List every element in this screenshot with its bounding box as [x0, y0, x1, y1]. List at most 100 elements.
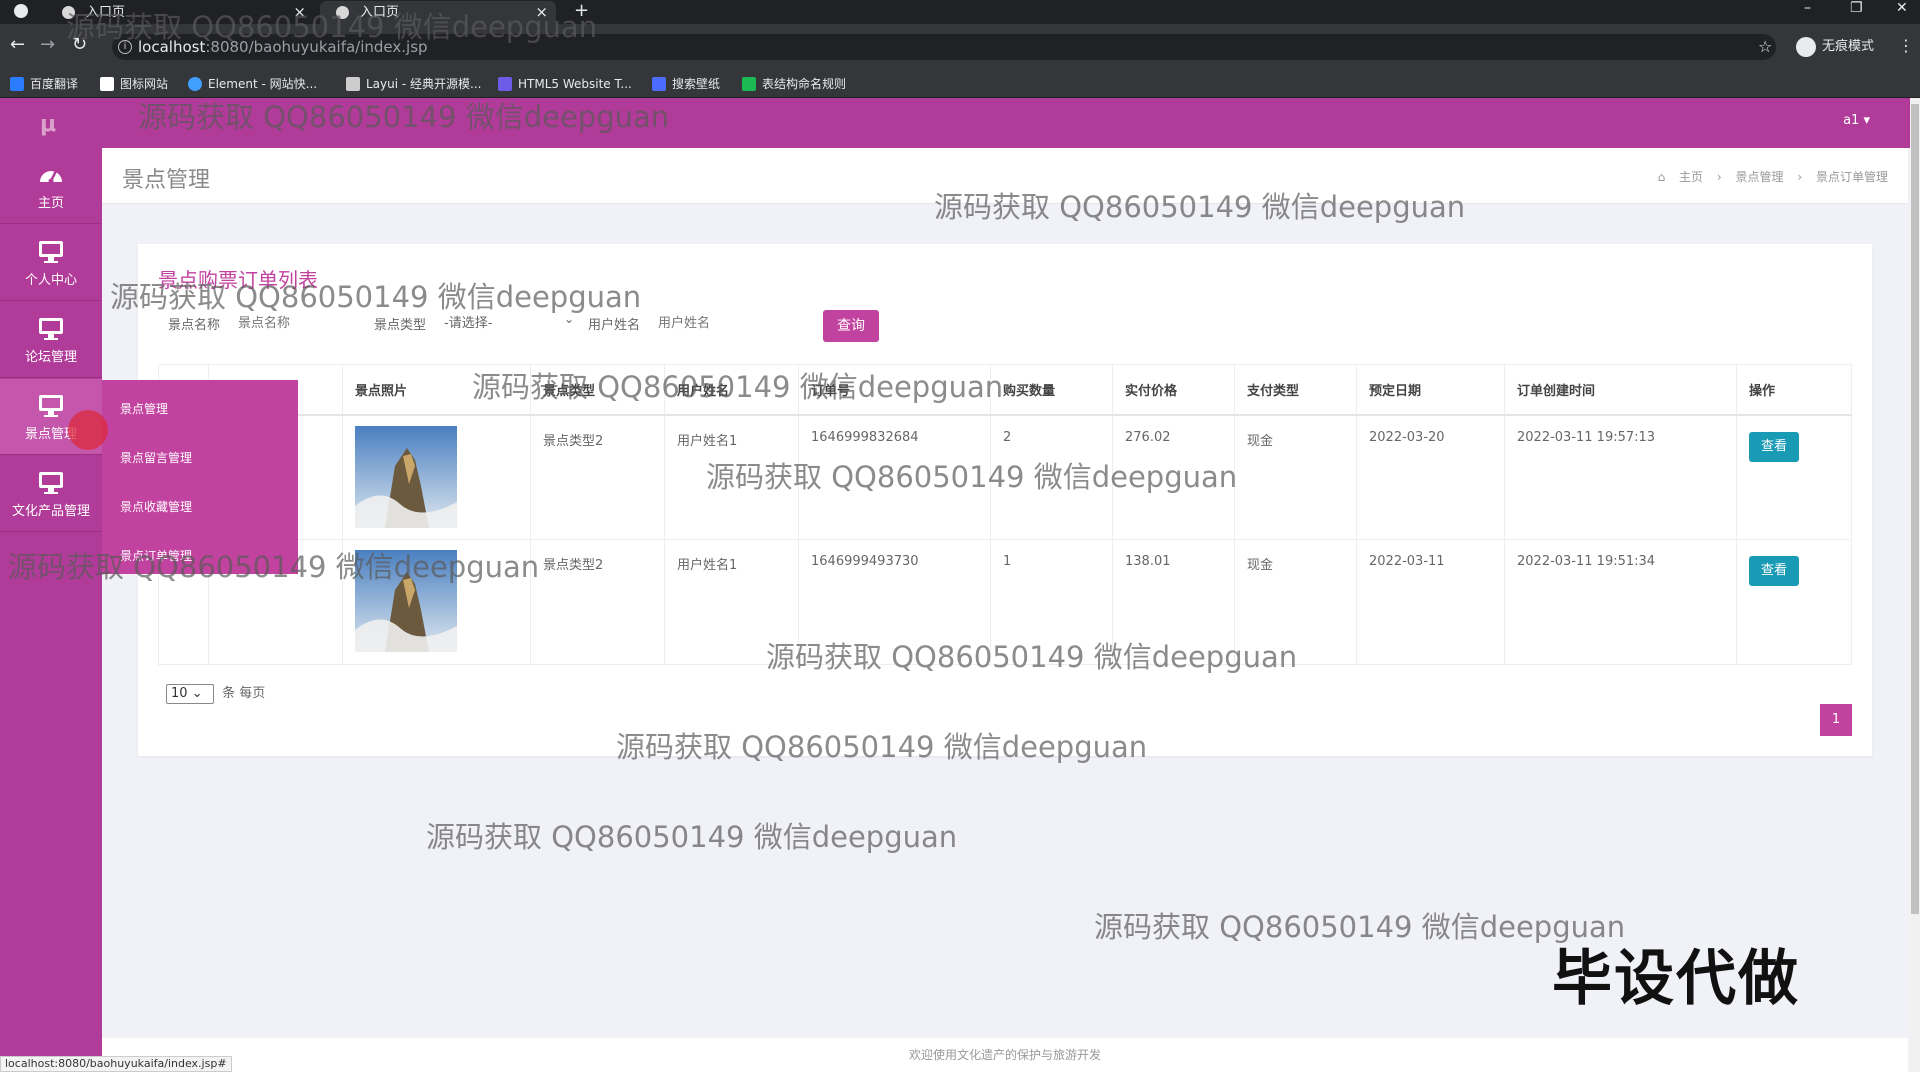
pay-type-cell: 现金 [1234, 414, 1357, 540]
page-size-value: 10 [171, 686, 188, 701]
pagination-page-1[interactable]: 1 [1820, 704, 1852, 736]
watermark-text: 源码获取 QQ86050149 微信deepguan [766, 640, 1298, 674]
type-cell: 景点类型2 [530, 414, 665, 540]
status-url-bubble: localhost:8080/baohuyukaifa/index.jsp# [0, 1056, 232, 1072]
incognito-avatar-icon [1796, 36, 1816, 57]
watermark-text: 源码获取 QQ86050149 微信deepguan [138, 100, 670, 134]
watermark-text: 源码获取 QQ86050149 微信deepguan [472, 370, 1004, 404]
bookmark-item[interactable]: HTML5 Website T... [498, 76, 632, 92]
table-header-row: 景点照片 景点类型 用户姓名 订单号 购买数量 实付价格 支付类型 预定日期 订… [158, 364, 1852, 416]
restore-icon[interactable]: ❐ [1850, 0, 1863, 16]
page-size-select[interactable]: 10 ⌄ [166, 684, 214, 704]
bookmark-item[interactable]: 百度翻译 [10, 76, 78, 92]
breadcrumb-item-scenic[interactable]: 景点管理 [1736, 170, 1784, 184]
action-cell: 查看 [1736, 414, 1852, 540]
watermark-text: 源码获取 QQ86050149 微信deepguan [8, 550, 540, 584]
created-time-cell: 2022-03-11 19:57:13 [1504, 414, 1737, 540]
incognito-indicator[interactable]: 无痕模式 [1796, 35, 1874, 57]
click-indicator [68, 410, 108, 450]
sidebar-item-home[interactable]: 主页 [0, 148, 102, 224]
submenu-item-scenic[interactable]: 景点管理 [120, 400, 168, 417]
created-time-cell: 2022-03-11 19:51:34 [1504, 539, 1737, 665]
bookmark-label: HTML5 Website T... [518, 77, 632, 91]
incognito-label: 无痕模式 [1822, 39, 1875, 54]
bookmark-item[interactable]: Layui - 经典开源模... [346, 76, 481, 92]
sidebar-item-products[interactable]: 文化产品管理 [0, 456, 102, 532]
column-header: 购买数量 [990, 364, 1113, 416]
bookmark-favicon-icon [10, 77, 24, 91]
watermark-text: 源码获取 QQ86050149 微信deepguan [110, 280, 642, 314]
element-favicon-icon [188, 77, 202, 91]
scenic-type-label: 景点类型 [374, 318, 427, 333]
breadcrumb-separator-icon: › [1797, 170, 1803, 184]
sidebar-item-label: 个人中心 [24, 273, 77, 288]
bookmark-star-icon[interactable]: ☆ [1758, 37, 1772, 56]
html5-favicon-icon [498, 77, 512, 91]
user-name-input[interactable] [658, 310, 778, 334]
column-header: 操作 [1736, 364, 1852, 416]
flag-icon [100, 77, 114, 91]
breadcrumb-item-home[interactable]: 主页 [1679, 170, 1703, 184]
vertical-scrollbar[interactable] [1910, 98, 1920, 1072]
scenic-photo [355, 425, 457, 528]
watermark-text: 源码获取 QQ86050149 微信deepguan [616, 730, 1148, 764]
scrollbar-thumb[interactable] [1911, 104, 1919, 914]
watermark-text: 源码获取 QQ86050149 微信deepguan [426, 820, 958, 854]
booking-date-cell: 2022-03-20 [1356, 414, 1505, 540]
order-list-card: 景点购票订单列表 景点名称 景点类型 -请选择- ⌄ 用户姓名 查询 景点照片 … [138, 244, 1872, 756]
bookmark-item[interactable]: 搜索壁纸 [652, 76, 720, 92]
monitor-icon [39, 241, 63, 263]
page-size-control: 10 ⌄ 条 每页 [166, 682, 265, 704]
bookmark-item[interactable]: 表结构命名规则 [742, 76, 846, 92]
booking-date-cell: 2022-03-11 [1356, 539, 1505, 665]
watermark-text: 源码获取 QQ86050149 微信deepguan [706, 460, 1238, 494]
scenic-name-label: 景点名称 [168, 318, 221, 333]
bookmark-item[interactable]: Element - 网站快... [188, 76, 317, 92]
action-cell: 查看 [1736, 539, 1852, 665]
column-header: 实付价格 [1112, 364, 1235, 416]
sidebar-item-label: 主页 [37, 196, 64, 211]
view-button[interactable]: 查看 [1749, 431, 1799, 462]
sidebar-item-profile[interactable]: 个人中心 [0, 225, 102, 301]
bookmark-label: 搜索壁纸 [672, 77, 721, 91]
bookmark-label: Element - 网站快... [208, 77, 318, 91]
monitor-icon [39, 472, 63, 494]
breadcrumb-separator-icon: › [1716, 170, 1722, 184]
order-table: 景点照片 景点类型 用户姓名 订单号 购买数量 实付价格 支付类型 预定日期 订… [158, 364, 1852, 665]
bookmark-label: 百度翻译 [30, 77, 79, 91]
browser-menu-icon[interactable] [14, 4, 28, 18]
type-cell: 景点类型2 [530, 539, 665, 665]
bookmark-label: Layui - 经典开源模... [366, 77, 482, 91]
monitor-icon [39, 318, 63, 340]
back-icon[interactable]: ← [10, 35, 25, 55]
more-menu-icon[interactable]: ⋮ [1898, 36, 1914, 55]
wallpaper-favicon-icon [652, 77, 666, 91]
bookmark-label: 表结构命名规则 [762, 77, 847, 91]
footer-text: 欢迎使用文化遗产的保护与旅游开发 [102, 1038, 1908, 1072]
monitor-icon [39, 395, 63, 417]
column-header: 支付类型 [1234, 364, 1357, 416]
view-button[interactable]: 查看 [1749, 556, 1799, 586]
close-window-icon[interactable]: ✕ [1896, 0, 1908, 16]
submenu-item-comments[interactable]: 景点留言管理 [120, 449, 192, 466]
bookmark-label: 图标网站 [120, 77, 169, 91]
sheet-favicon-icon [742, 77, 756, 91]
sidebar-item-forum[interactable]: 论坛管理 [0, 302, 102, 378]
submenu-item-favorites[interactable]: 景点收藏管理 [120, 498, 192, 515]
minimize-icon[interactable]: – [1804, 0, 1811, 16]
user-name-label: 用户姓名 [588, 318, 641, 333]
watermark-text: 源码获取 QQ86050149 微信deepguan [66, 10, 598, 44]
dashboard-icon [40, 170, 62, 184]
sidebar-item-label: 论坛管理 [24, 350, 77, 365]
scenic-type-value: -请选择- [444, 316, 493, 331]
breadcrumb: ⌂ 主页 › 景点管理 › 景点订单管理 [1648, 168, 1888, 185]
bookmark-item[interactable]: 图标网站 [100, 76, 168, 92]
breadcrumb-item-orders: 景点订单管理 [1815, 170, 1888, 184]
watermark-text: 源码获取 QQ86050149 微信deepguan [934, 190, 1466, 224]
query-button[interactable]: 查询 [823, 310, 879, 342]
column-header: 预定日期 [1356, 364, 1505, 416]
forward-icon[interactable]: → [40, 35, 55, 55]
user-menu[interactable]: a1 ▾ [1843, 113, 1870, 128]
home-icon: ⌂ [1657, 170, 1666, 184]
layui-favicon-icon [346, 77, 360, 91]
